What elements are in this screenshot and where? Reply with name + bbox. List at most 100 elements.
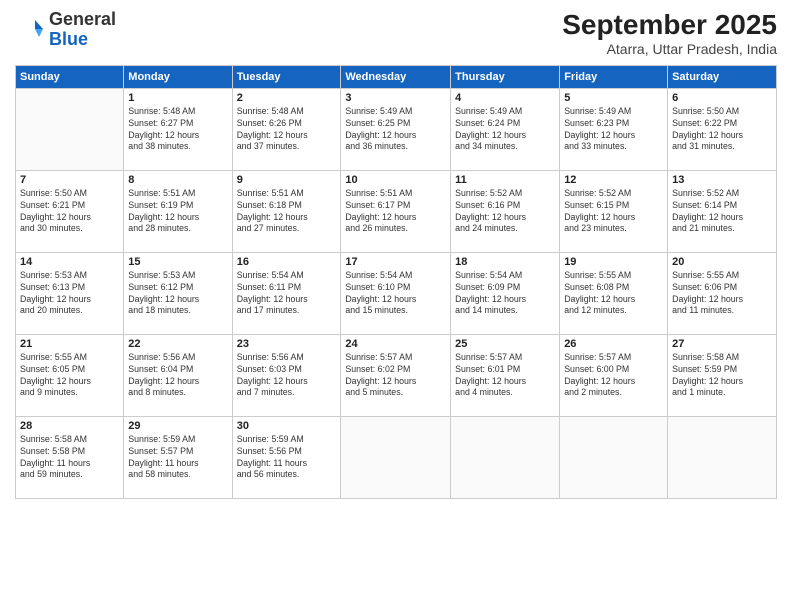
logo: General Blue (15, 10, 116, 50)
calendar-header: Sunday Monday Tuesday Wednesday Thursday… (16, 65, 777, 88)
day-number: 19 (564, 256, 663, 268)
day-info: Sunrise: 5:49 AM Sunset: 6:24 PM Dayligh… (455, 106, 555, 154)
day-info: Sunrise: 5:55 AM Sunset: 6:08 PM Dayligh… (564, 270, 663, 318)
table-row: 4 Sunrise: 5:49 AM Sunset: 6:24 PM Daylig… (451, 88, 560, 170)
table-row: 19 Sunrise: 5:55 AM Sunset: 6:08 PM Dayli… (560, 252, 668, 334)
day-info: Sunrise: 5:59 AM Sunset: 5:56 PM Dayligh… (237, 434, 337, 482)
day-info: Sunrise: 5:49 AM Sunset: 6:23 PM Dayligh… (564, 106, 663, 154)
day-number: 1 (128, 92, 227, 104)
day-number: 4 (455, 92, 555, 104)
day-info: Sunrise: 5:53 AM Sunset: 6:12 PM Dayligh… (128, 270, 227, 318)
day-number: 27 (672, 338, 772, 350)
table-row (341, 416, 451, 498)
day-number: 26 (564, 338, 663, 350)
day-number: 8 (128, 174, 227, 186)
table-row: 2Sunrise: 5:48 AM Sunset: 6:26 PM Daylig… (232, 88, 341, 170)
col-monday: Monday (124, 65, 232, 88)
day-number: 23 (237, 338, 337, 350)
day-number: 20 (672, 256, 772, 268)
calendar-subtitle: Atarra, Uttar Pradesh, India (562, 41, 777, 57)
table-row: 26 Sunrise: 5:57 AM Sunset: 6:00 PM Dayli… (560, 334, 668, 416)
calendar-body: 1 Sunrise: 5:48 AM Sunset: 6:27 PM Daylig… (16, 88, 777, 498)
table-row: 24Sunrise: 5:57 AM Sunset: 6:02 PM Dayli… (341, 334, 451, 416)
calendar-title: September 2025 (562, 10, 777, 41)
col-sunday: Sunday (16, 65, 124, 88)
logo-icon (15, 15, 45, 45)
table-row (451, 416, 560, 498)
day-number: 28 (20, 420, 119, 432)
day-info: Sunrise: 5:51 AM Sunset: 6:18 PM Dayligh… (237, 188, 337, 236)
day-number: 13 (672, 174, 772, 186)
table-row: 21 Sunrise: 5:55 AM Sunset: 6:05 PM Dayli… (16, 334, 124, 416)
day-number: 11 (455, 174, 555, 186)
table-row: 22 Sunrise: 5:56 AM Sunset: 6:04 PM Dayli… (124, 334, 232, 416)
day-info: Sunrise: 5:51 AM Sunset: 6:17 PM Dayligh… (345, 188, 446, 236)
col-thursday: Thursday (451, 65, 560, 88)
logo-blue: Blue (49, 29, 88, 49)
day-number: 17 (345, 256, 446, 268)
day-number: 21 (20, 338, 119, 350)
day-number: 3 (345, 92, 446, 104)
table-row: 1 Sunrise: 5:48 AM Sunset: 6:27 PM Daylig… (124, 88, 232, 170)
day-number: 16 (237, 256, 337, 268)
table-row: 18Sunrise: 5:54 AM Sunset: 6:09 PM Dayli… (451, 252, 560, 334)
title-block: September 2025 Atarra, Uttar Pradesh, In… (562, 10, 777, 57)
day-info: Sunrise: 5:53 AM Sunset: 6:13 PM Dayligh… (20, 270, 119, 318)
table-row: 28 Sunrise: 5:58 AM Sunset: 5:58 PM Dayli… (16, 416, 124, 498)
day-number: 29 (128, 420, 227, 432)
table-row: 25Sunrise: 5:57 AM Sunset: 6:01 PM Dayli… (451, 334, 560, 416)
day-number: 30 (237, 420, 337, 432)
table-row: 10Sunrise: 5:51 AM Sunset: 6:17 PM Dayli… (341, 170, 451, 252)
table-row: 13 Sunrise: 5:52 AM Sunset: 6:14 PM Dayli… (668, 170, 777, 252)
table-row: 27 Sunrise: 5:58 AM Sunset: 5:59 PM Dayli… (668, 334, 777, 416)
logo-text: General Blue (49, 10, 116, 50)
table-row: 8 Sunrise: 5:51 AM Sunset: 6:19 PM Daylig… (124, 170, 232, 252)
table-row: 29 Sunrise: 5:59 AM Sunset: 5:57 PM Dayli… (124, 416, 232, 498)
day-info: Sunrise: 5:48 AM Sunset: 6:26 PM Dayligh… (237, 106, 337, 154)
day-info: Sunrise: 5:48 AM Sunset: 6:27 PM Dayligh… (128, 106, 227, 154)
day-info: Sunrise: 5:51 AM Sunset: 6:19 PM Dayligh… (128, 188, 227, 236)
table-row: 20 Sunrise: 5:55 AM Sunset: 6:06 PM Dayli… (668, 252, 777, 334)
day-info: Sunrise: 5:56 AM Sunset: 6:03 PM Dayligh… (237, 352, 337, 400)
day-info: Sunrise: 5:55 AM Sunset: 6:05 PM Dayligh… (20, 352, 119, 400)
header: General Blue September 2025 Atarra, Utta… (15, 10, 777, 57)
header-row: Sunday Monday Tuesday Wednesday Thursday… (16, 65, 777, 88)
day-info: Sunrise: 5:52 AM Sunset: 6:14 PM Dayligh… (672, 188, 772, 236)
page: General Blue September 2025 Atarra, Utta… (0, 0, 792, 612)
table-row (560, 416, 668, 498)
day-info: Sunrise: 5:50 AM Sunset: 6:21 PM Dayligh… (20, 188, 119, 236)
day-info: Sunrise: 5:56 AM Sunset: 6:04 PM Dayligh… (128, 352, 227, 400)
day-number: 6 (672, 92, 772, 104)
table-row (668, 416, 777, 498)
table-row: 16Sunrise: 5:54 AM Sunset: 6:11 PM Dayli… (232, 252, 341, 334)
table-row: 7 Sunrise: 5:50 AM Sunset: 6:21 PM Daylig… (16, 170, 124, 252)
day-info: Sunrise: 5:58 AM Sunset: 5:58 PM Dayligh… (20, 434, 119, 482)
calendar-table: Sunday Monday Tuesday Wednesday Thursday… (15, 65, 777, 499)
table-row: 9Sunrise: 5:51 AM Sunset: 6:18 PM Daylig… (232, 170, 341, 252)
day-info: Sunrise: 5:50 AM Sunset: 6:22 PM Dayligh… (672, 106, 772, 154)
day-info: Sunrise: 5:59 AM Sunset: 5:57 PM Dayligh… (128, 434, 227, 482)
day-number: 14 (20, 256, 119, 268)
col-tuesday: Tuesday (232, 65, 341, 88)
day-info: Sunrise: 5:57 AM Sunset: 6:00 PM Dayligh… (564, 352, 663, 400)
day-info: Sunrise: 5:52 AM Sunset: 6:16 PM Dayligh… (455, 188, 555, 236)
table-row: 11 Sunrise: 5:52 AM Sunset: 6:16 PM Dayli… (451, 170, 560, 252)
day-info: Sunrise: 5:58 AM Sunset: 5:59 PM Dayligh… (672, 352, 772, 400)
table-row: 3Sunrise: 5:49 AM Sunset: 6:25 PM Daylig… (341, 88, 451, 170)
table-row: 12Sunrise: 5:52 AM Sunset: 6:15 PM Dayli… (560, 170, 668, 252)
day-info: Sunrise: 5:57 AM Sunset: 6:01 PM Dayligh… (455, 352, 555, 400)
day-number: 18 (455, 256, 555, 268)
table-row: 23 Sunrise: 5:56 AM Sunset: 6:03 PM Dayli… (232, 334, 341, 416)
table-row: 6 Sunrise: 5:50 AM Sunset: 6:22 PM Daylig… (668, 88, 777, 170)
table-row: 14 Sunrise: 5:53 AM Sunset: 6:13 PM Dayli… (16, 252, 124, 334)
day-info: Sunrise: 5:52 AM Sunset: 6:15 PM Dayligh… (564, 188, 663, 236)
day-info: Sunrise: 5:57 AM Sunset: 6:02 PM Dayligh… (345, 352, 446, 400)
day-info: Sunrise: 5:54 AM Sunset: 6:10 PM Dayligh… (345, 270, 446, 318)
table-row: 5 Sunrise: 5:49 AM Sunset: 6:23 PM Daylig… (560, 88, 668, 170)
day-number: 5 (564, 92, 663, 104)
day-info: Sunrise: 5:55 AM Sunset: 6:06 PM Dayligh… (672, 270, 772, 318)
day-number: 7 (20, 174, 119, 186)
table-row: 30 Sunrise: 5:59 AM Sunset: 5:56 PM Dayli… (232, 416, 341, 498)
day-number: 22 (128, 338, 227, 350)
col-friday: Friday (560, 65, 668, 88)
